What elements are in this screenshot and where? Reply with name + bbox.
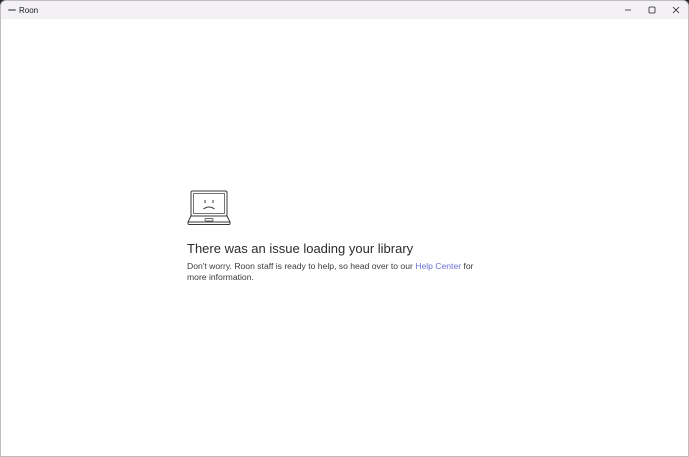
close-icon [672, 6, 680, 14]
window-controls [616, 1, 688, 19]
error-message-text: Don't worry. Roon staff is ready to help… [187, 261, 416, 271]
error-panel: There was an issue loading your library … [187, 190, 507, 283]
minimize-button[interactable] [616, 1, 640, 19]
maximize-icon [648, 6, 656, 14]
error-heading: There was an issue loading your library [187, 241, 414, 256]
window-title: Roon [19, 5, 39, 15]
title-bar[interactable]: Roon [1, 1, 688, 19]
app-window: Roon There was an issue loading your lib… [0, 0, 689, 457]
roon-logo-icon [8, 6, 16, 14]
minimize-icon [625, 9, 631, 11]
help-center-link[interactable]: Help Center [415, 261, 461, 271]
error-message: Don't worry. Roon staff is ready to help… [187, 261, 492, 283]
close-button[interactable] [664, 1, 688, 19]
sad-laptop-icon [187, 190, 231, 225]
maximize-button[interactable] [640, 1, 664, 19]
